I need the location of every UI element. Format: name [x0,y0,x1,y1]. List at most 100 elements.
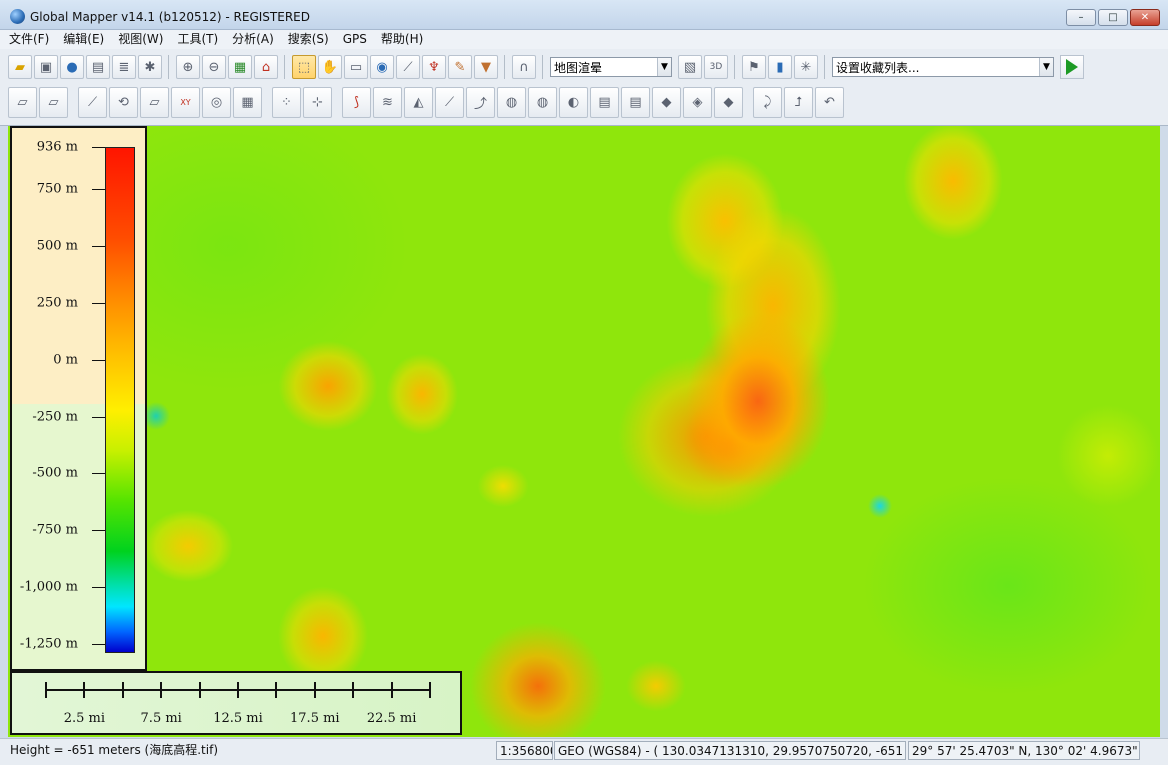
digitizer-icon[interactable]: ✎ [448,55,472,79]
scale-bar-tick [352,682,355,698]
legend-label: -1,250 m [19,636,78,652]
scale-bar-tick [429,682,431,698]
clip-icon[interactable]: ≋ [373,87,402,118]
area-f-icon[interactable]: ▤ [621,87,650,118]
scale-bar: 2.5 mi 7.5 mi 12.5 mi 17.5 mi 22.5 mi [10,671,462,735]
cut-icon[interactable]: ◭ [404,87,433,118]
print-icon[interactable]: ▤ [86,55,110,79]
window-title: Global Mapper v14.1 (b120512) - REGISTER… [30,10,310,24]
scale-bar-tick [160,682,163,698]
move-icon[interactable]: ⮥ [784,87,813,118]
close-button[interactable]: ✕ [1130,9,1160,26]
scale-bar-tick [313,682,316,698]
status-scale: 1:356800 [496,741,553,760]
scale-bar-tick [45,682,47,698]
legend-tick [92,302,105,304]
menu-file[interactable]: 文件(F) [9,30,49,49]
scale-bar-label: 22.5 mi [366,711,417,726]
create-point-icon[interactable]: ⟲ [109,87,138,118]
star-icon[interactable]: ✳ [794,55,818,79]
legend-tick [92,473,105,475]
coords-icon[interactable]: XY [171,87,200,118]
zoom-out-icon[interactable]: ⊖ [202,55,226,79]
area-g-icon[interactable]: ◆ [652,87,681,118]
view-shed-icon[interactable]: ♆ [422,55,446,79]
arrow-down-icon[interactable]: ▼ [474,55,498,79]
3d-icon[interactable]: 3D [704,55,728,79]
split-icon[interactable]: ⊹ [303,87,332,118]
save-icon[interactable]: ▣ [34,55,58,79]
layers-icon[interactable]: ≣ [112,55,136,79]
menu-edit[interactable]: 编辑(E) [63,30,104,49]
menu-search[interactable]: 搜索(S) [288,30,329,49]
rotate-icon[interactable]: ⤸ [753,87,782,118]
legend-label: -1,000 m [19,579,78,595]
toolbar-separator [824,55,832,79]
elevation-color-ramp [105,147,135,653]
status-height: Height = -651 meters (海底高程.tif) [10,743,219,757]
config-icon[interactable]: ✱ [138,55,162,79]
circle-icon[interactable]: ◎ [202,87,231,118]
measure-icon[interactable]: ▭ [344,55,368,79]
scale-bar-label: 17.5 mi [290,711,340,726]
bookmark-value: 设置收藏列表... [836,60,920,75]
bookmark-select[interactable]: 设置收藏列表... ▼ [832,57,1054,77]
open-folder-icon[interactable]: ▰ [8,55,32,79]
global-mapper-app-icon [10,9,25,24]
select-icon[interactable]: ⬚ [292,55,316,79]
area-e-icon[interactable]: ▤ [590,87,619,118]
zoom-in-icon[interactable]: ⊕ [176,55,200,79]
globe-icon[interactable]: ● [60,55,84,79]
legend-tick [92,416,105,418]
legend-tick [92,147,105,148]
area-b-icon[interactable]: ◍ [497,87,526,118]
map-canvas[interactable] [8,126,1160,737]
render-mode-select[interactable]: 地图渲晕 ▼ [550,57,672,77]
chevron-down-icon[interactable]: ▼ [1039,58,1053,76]
toolbar-separator [284,55,292,79]
status-dms: 29° 57' 25.4703" N, 130° 02' 4.9673" E [908,741,1140,760]
area-i-icon[interactable]: ◆ [714,87,743,118]
feature-info-icon[interactable]: ◉ [370,55,394,79]
scale-bar-label: 7.5 mi [140,711,182,726]
vertex-icon[interactable]: ⁘ [272,87,301,118]
edit-icon[interactable]: ▱ [140,87,169,118]
scale-bar-tick [83,682,86,698]
area-c-icon[interactable]: ◍ [528,87,557,118]
home-icon[interactable]: ⌂ [254,55,278,79]
pan-icon[interactable]: ✋ [318,55,342,79]
snap-icon[interactable]: ⟆ [342,87,371,118]
area-d-icon[interactable]: ◐ [559,87,588,118]
flag-icon[interactable]: ⚑ [742,55,766,79]
menu-tools[interactable]: 工具(T) [177,30,218,49]
menu-view[interactable]: 视图(W) [118,30,163,49]
maximize-button[interactable]: □ [1098,9,1128,26]
area-a-icon[interactable]: ⤴ [466,87,495,118]
undo-icon[interactable]: ↶ [815,87,844,118]
menu-analysis[interactable]: 分析(A) [232,30,274,49]
legend-tick [92,643,105,645]
chevron-down-icon[interactable]: ▼ [657,58,671,76]
book-icon[interactable]: ▮ [768,55,792,79]
play-button[interactable] [1060,55,1084,79]
create-area-icon[interactable]: ▱ [8,87,37,118]
menu-help[interactable]: 帮助(H) [381,30,423,49]
legend-label: 500 m [36,238,78,254]
join-icon[interactable]: ⟋ [435,87,464,118]
menu-gps[interactable]: GPS [343,30,367,49]
shader-icon[interactable]: ▧ [678,55,702,79]
legend-label: -750 m [32,522,78,538]
create-line-icon[interactable]: ⟋ [78,87,107,118]
area-h-icon[interactable]: ◈ [683,87,712,118]
path-profile-icon[interactable]: ⟋ [396,55,420,79]
legend-label: -250 m [32,409,78,425]
grid-icon[interactable]: ▦ [233,87,262,118]
create-area2-icon[interactable]: ▱ [39,87,68,118]
minimize-button[interactable]: – [1066,9,1096,26]
legend-label: 250 m [36,295,78,311]
3d-view-icon[interactable]: ∩ [512,55,536,79]
full-view-icon[interactable]: ▦ [228,55,252,79]
render-mode-value: 地图渲晕 [554,60,603,75]
scale-bar-tick [390,682,393,698]
status-coords: GEO (WGS84) - ( 130.0347131310, 29.95707… [554,741,906,760]
